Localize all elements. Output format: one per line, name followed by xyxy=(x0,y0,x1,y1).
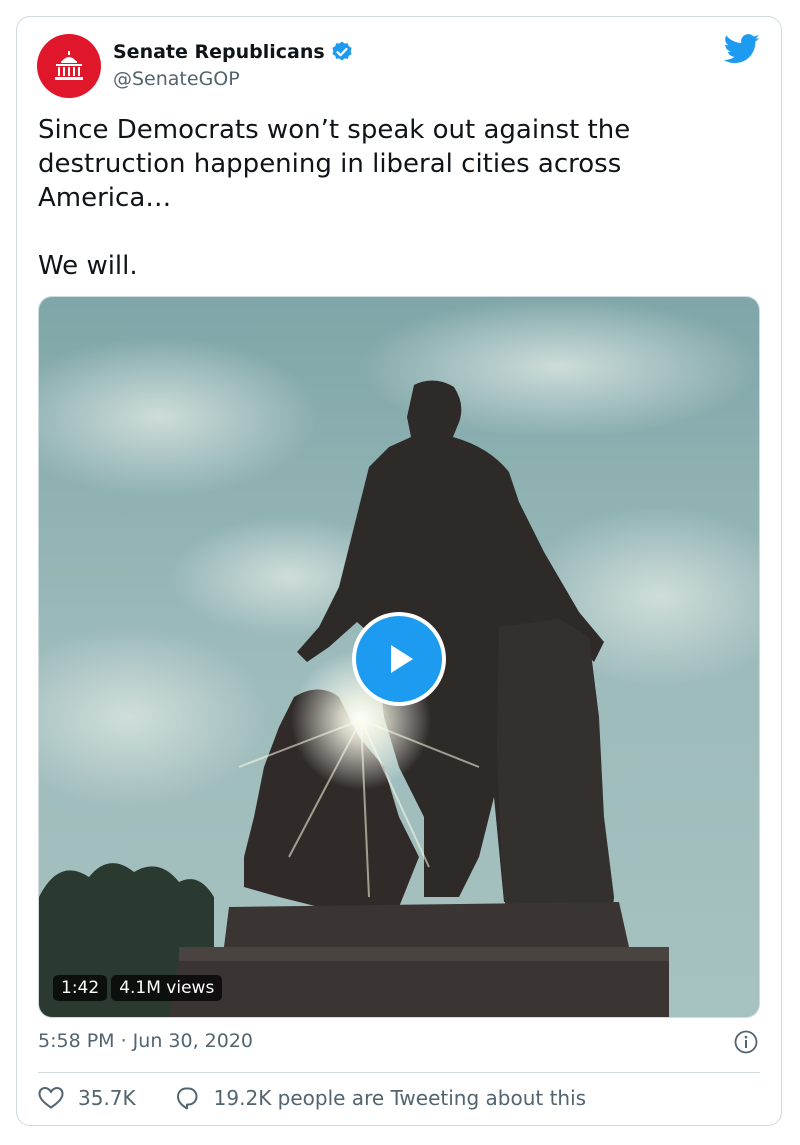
video-views: 4.1M views xyxy=(111,975,223,1001)
twitter-bird-icon[interactable] xyxy=(724,34,760,64)
play-button[interactable] xyxy=(352,612,446,706)
avatar[interactable] xyxy=(37,34,101,98)
tweet-text-line-2: We will. xyxy=(38,251,138,281)
like-action[interactable]: 35.7K xyxy=(38,1086,136,1110)
reply-bubble-icon xyxy=(176,1087,198,1110)
video-badges: 1:42 4.1M views xyxy=(53,975,223,1001)
divider xyxy=(38,1072,760,1073)
author-handle[interactable]: @SenateGOP xyxy=(113,68,240,90)
info-icon[interactable] xyxy=(734,1030,758,1054)
tweeting-about-text: 19.2K people are Tweeting about this xyxy=(213,1086,587,1110)
tweet-actions: 35.7K 19.2K people are Tweeting about th… xyxy=(38,1086,586,1110)
tweet-timestamp[interactable]: 5:58 PM · Jun 30, 2020 xyxy=(38,1030,253,1052)
heart-icon xyxy=(38,1086,64,1109)
author-name[interactable]: Senate Republicans xyxy=(113,41,325,63)
author-name-row[interactable]: Senate Republicans xyxy=(113,40,354,64)
tweet-text-line-1: Since Democrats won’t speak out against … xyxy=(38,115,631,213)
play-icon xyxy=(391,645,413,673)
video-duration: 1:42 xyxy=(53,975,108,1001)
tweeting-about-action[interactable]: 19.2K people are Tweeting about this xyxy=(174,1086,586,1110)
tweet-text: Since Democrats won’t speak out against … xyxy=(38,113,748,283)
verified-badge-icon xyxy=(332,41,352,61)
capitol-icon xyxy=(55,51,83,80)
like-count: 35.7K xyxy=(78,1086,136,1110)
